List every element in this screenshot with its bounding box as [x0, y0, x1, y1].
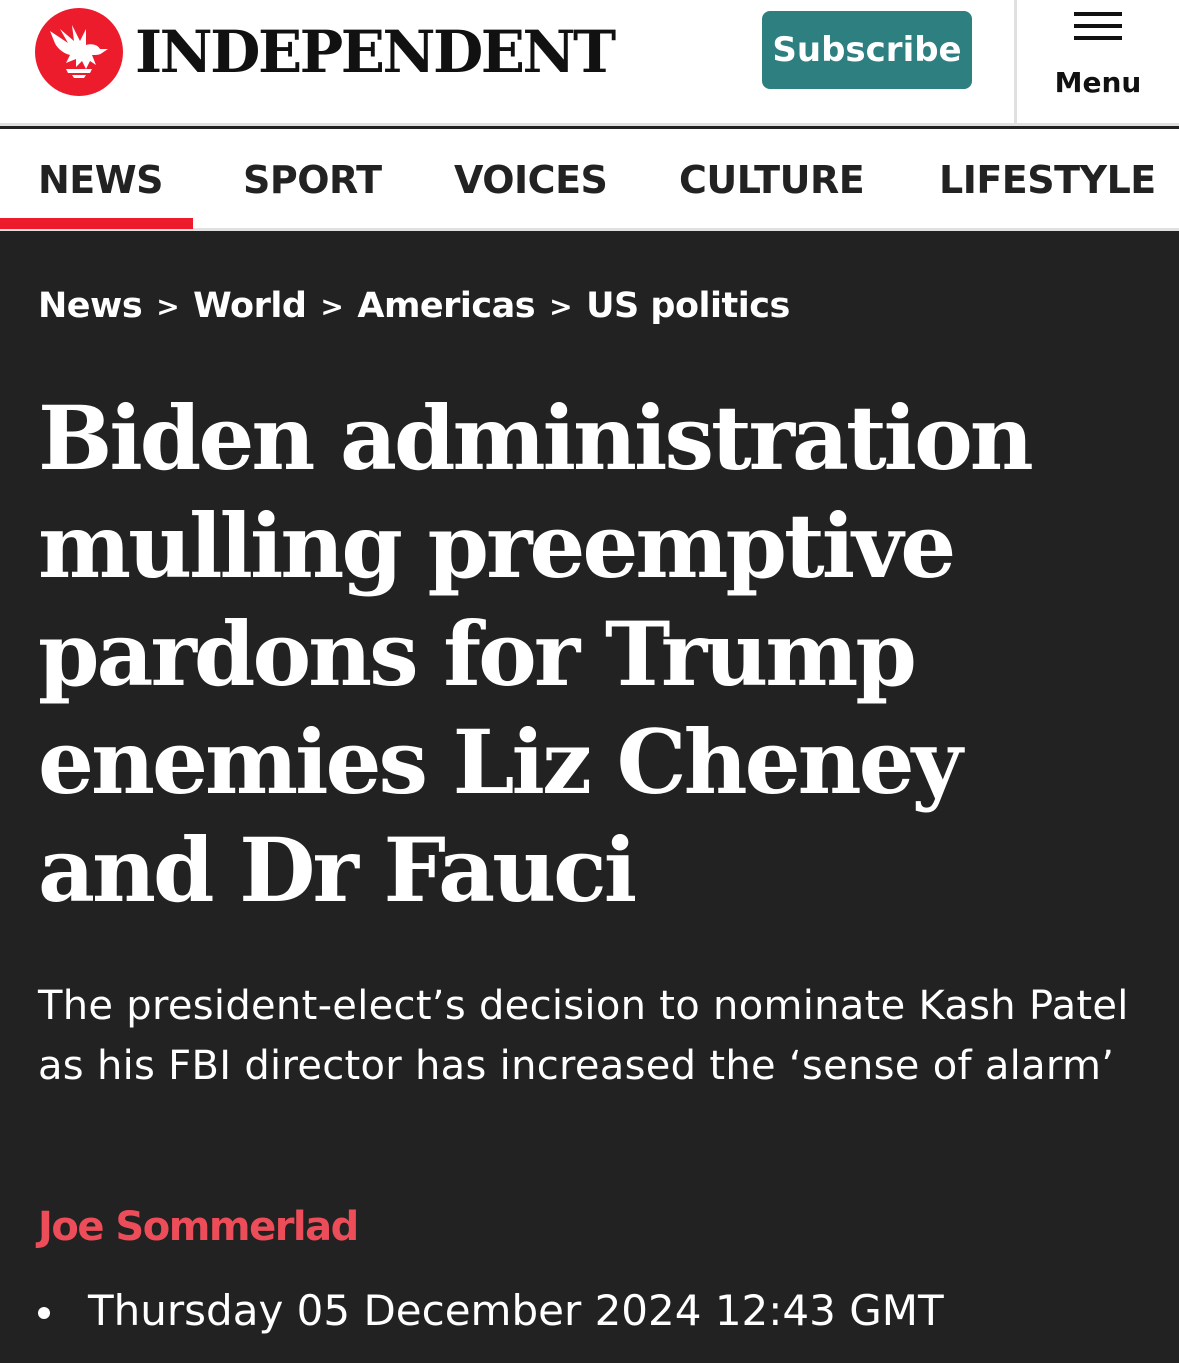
eagle-icon: [35, 8, 123, 96]
breadcrumb-separator: >: [320, 289, 344, 323]
nav-item-sport[interactable]: SPORT: [243, 129, 382, 231]
nav-item-lifestyle[interactable]: LIFESTYLE: [939, 129, 1156, 231]
site-header: INDEPENDENT Subscribe Menu: [0, 0, 1179, 126]
bullet-icon: [38, 1306, 50, 1319]
breadcrumb-news[interactable]: News: [38, 286, 143, 326]
breadcrumb-world[interactable]: World: [193, 286, 307, 326]
article-standfirst: The president-elect’s decision to nomina…: [38, 983, 1129, 1089]
article-header: News > World > Americas > US politics Bi…: [0, 234, 1179, 1363]
breadcrumb-americas[interactable]: Americas: [357, 286, 535, 326]
nav-active-indicator: [0, 218, 193, 229]
brand-wordmark: INDEPENDENT: [135, 18, 616, 86]
nav-item-voices[interactable]: VOICES: [454, 129, 608, 231]
publish-date: Thursday 05 December 2024 12:43 GMT: [38, 1286, 944, 1335]
breadcrumb-separator: >: [156, 289, 180, 323]
nav-item-news[interactable]: NEWS: [38, 129, 164, 231]
subscribe-button[interactable]: Subscribe: [762, 11, 972, 89]
menu-label: Menu: [1054, 66, 1142, 99]
breadcrumb-us-politics[interactable]: US politics: [586, 286, 790, 326]
breadcrumb-separator: >: [549, 289, 573, 323]
section-nav: NEWS SPORT VOICES CULTURE LIFESTYLE: [0, 129, 1179, 231]
menu-button[interactable]: Menu: [1017, 0, 1179, 126]
site-logo[interactable]: INDEPENDENT: [35, 8, 616, 96]
author-link[interactable]: Joe Sommerlad: [38, 1204, 359, 1250]
publish-date-text: Thursday 05 December 2024 12:43 GMT: [88, 1286, 944, 1335]
hamburger-icon: [1074, 12, 1122, 42]
article-headline: Biden administration mulling preemptive …: [38, 386, 1034, 922]
breadcrumb: News > World > Americas > US politics: [38, 286, 790, 326]
nav-item-culture[interactable]: CULTURE: [679, 129, 865, 231]
